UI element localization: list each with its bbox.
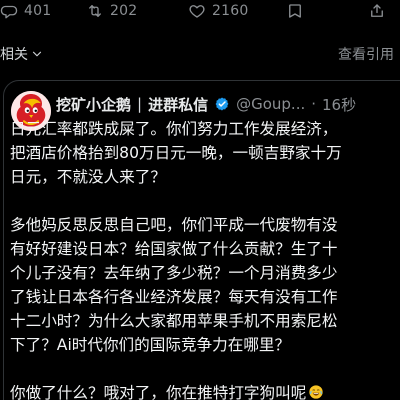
timestamp[interactable]: 16秒: [322, 94, 356, 115]
retweet-button[interactable]: 202: [86, 2, 137, 20]
display-name[interactable]: 挖矿小企鹅: [56, 94, 131, 115]
quoted-tweet-card[interactable]: 挖矿小企鹅 | 进群私信 @Goup... · 16秒 日元汇率都跌成屎了。你们…: [3, 80, 400, 400]
laughing-emoji-icon: [309, 385, 323, 399]
name-separator: |: [137, 95, 143, 113]
like-button[interactable]: 2160: [188, 2, 248, 20]
tweet-detail-screen: 401 202 2160 相关 查看引用 挖矿小企鹅 | 进群私信 @Goup.…: [0, 0, 400, 400]
retweet-icon: [89, 5, 101, 17]
reply-icon: [0, 5, 18, 19]
quoted-tweet-header: 挖矿小企鹅 | 进群私信 @Goup... · 16秒: [56, 92, 400, 116]
quoted-tweet-body: 日元汇率都跌成屎了。你们努力工作发展经济， 把酒店价格抬到80万日元一晚，一顿吉…: [10, 120, 342, 400]
tweet-actions-bar: 401 202 2160: [0, 0, 400, 24]
reply-sort-bar: 相关 查看引用: [0, 44, 400, 68]
retweet-count: 202: [110, 3, 138, 19]
display-name-suffix[interactable]: 进群私信: [148, 94, 208, 115]
verified-badge-icon: [215, 97, 229, 111]
reply-button[interactable]: 401: [0, 2, 51, 20]
chevron-down-icon: [32, 51, 42, 57]
view-quotes-link[interactable]: 查看引用: [338, 44, 394, 64]
like-count: 2160: [212, 3, 249, 19]
bookmark-button[interactable]: [286, 2, 304, 20]
like-icon: [189, 5, 205, 18]
share-button[interactable]: [368, 2, 386, 20]
related-sort-button[interactable]: 相关: [0, 44, 44, 64]
related-label: 相关: [0, 47, 28, 63]
reply-count: 401: [24, 3, 52, 19]
bookmark-icon: [289, 4, 301, 18]
user-handle[interactable]: @Goup...: [236, 95, 305, 113]
quoted-tweet-text: 日元汇率都跌成屎了。你们努力工作发展经济， 把酒店价格抬到80万日元一晚，一顿吉…: [10, 117, 400, 400]
share-icon: [371, 4, 383, 17]
time-separator-dot: ·: [311, 95, 317, 113]
